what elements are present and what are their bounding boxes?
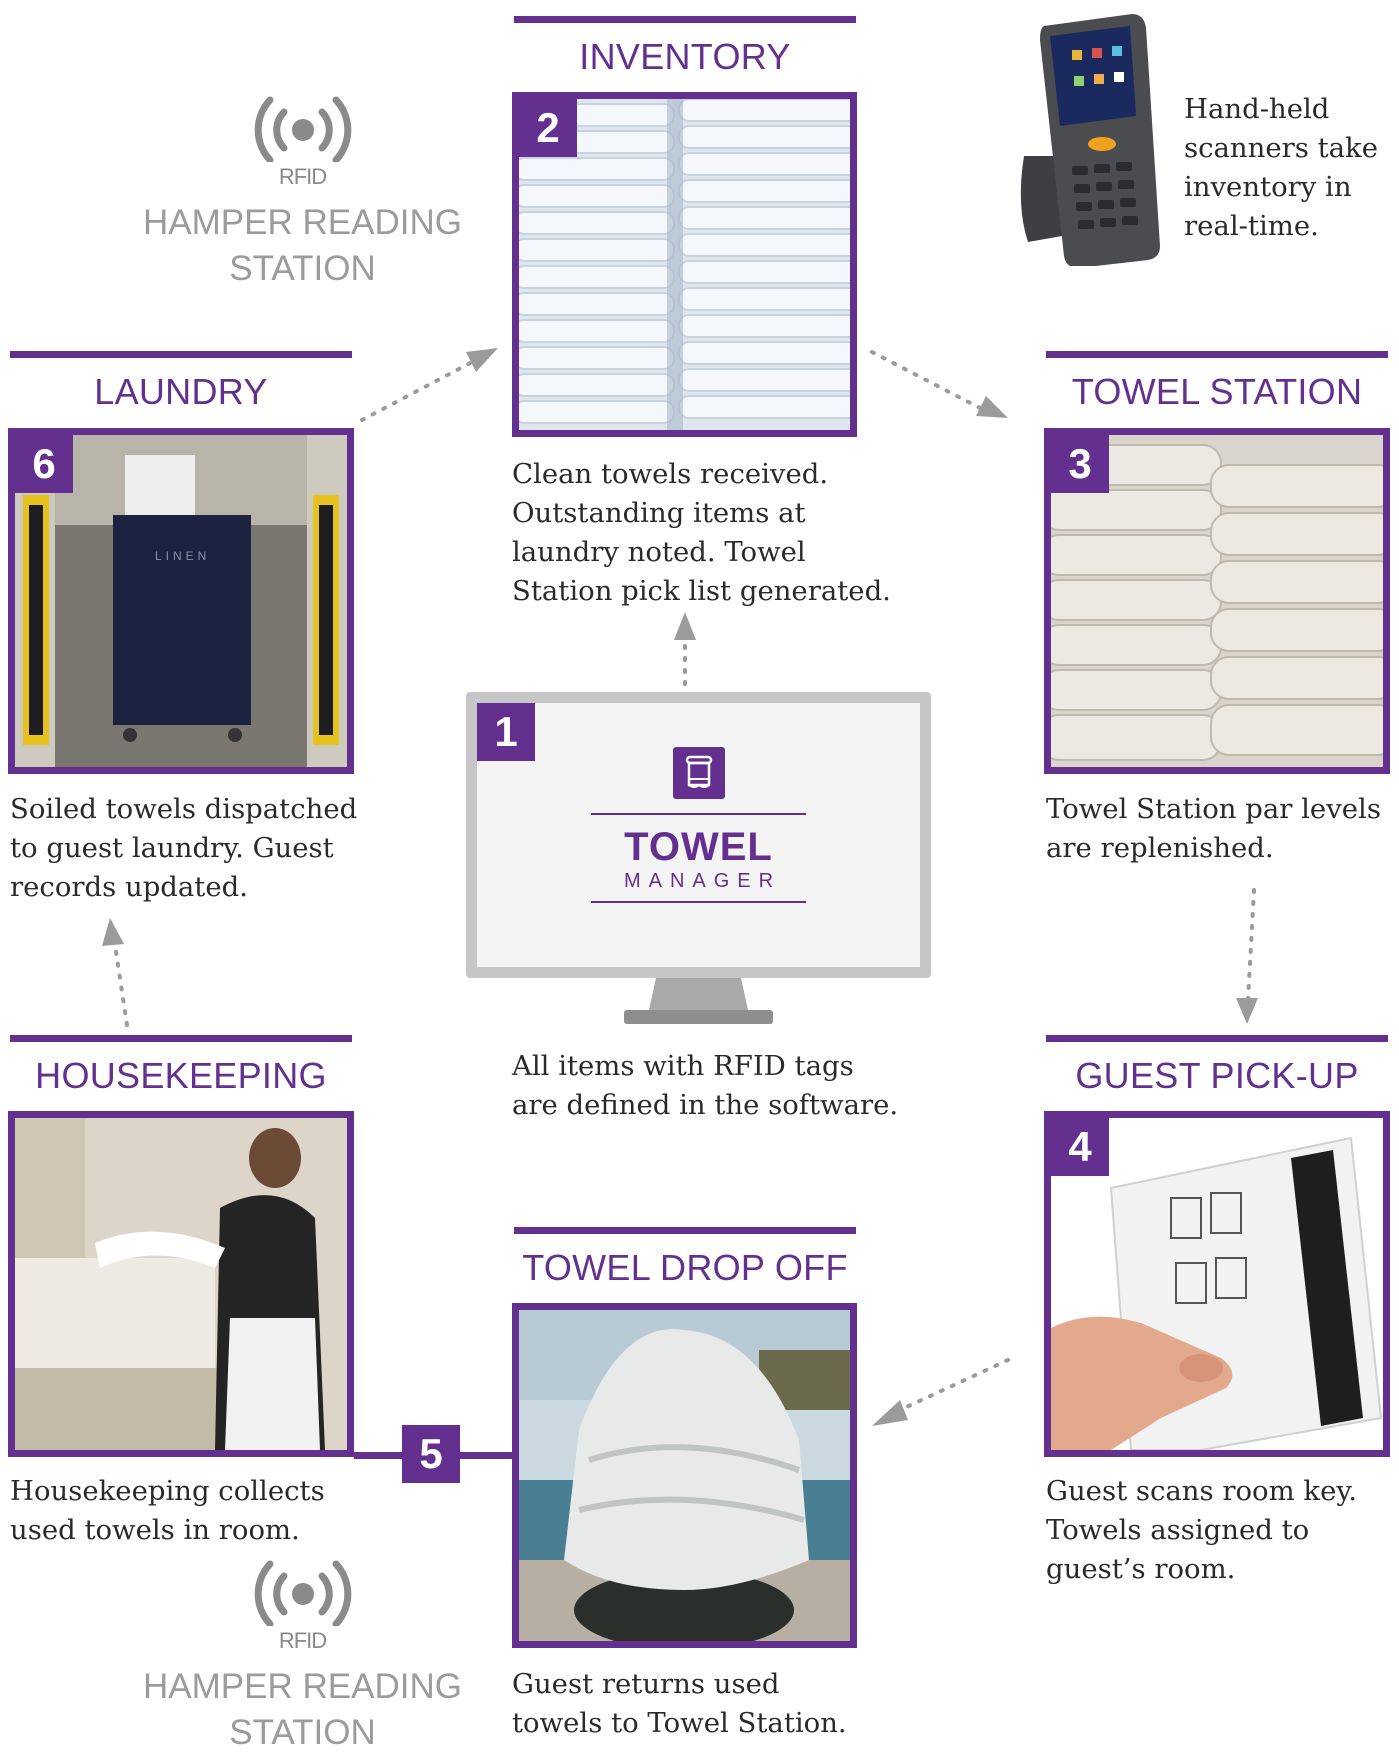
step-number-5: 5 [402,1425,460,1483]
laundry-caption: Soiled towels dispatched to guest laundr… [10,793,358,903]
towel-drop-off-photo [512,1303,857,1648]
housekeeper-image [15,1118,347,1450]
step-number-2: 2 [519,99,577,157]
towel-drop-off-title: TOWEL DROP OFF [522,1247,848,1288]
hamper-station-label-line1: HAMPER READING [143,1667,462,1706]
towel-drop-off-caption: Guest returns used towels to Towel Stati… [512,1668,847,1739]
logo-manager-text: MANAGER [623,870,782,892]
towel-drop-off-title-bar [514,1227,856,1234]
towel-station-caption: Towel Station par levels are replenished… [1046,793,1381,864]
towel-station-title-bar [1046,351,1388,358]
rfid-icon [248,1556,358,1626]
rfid-label: RFID [278,1628,327,1653]
rfid-hamper-station-top: RFID HAMPER READING STATION [130,92,475,292]
laundry-title: LAUNDRY [94,371,268,412]
arrow-laundry-to-inventory [360,358,478,422]
rfid-hamper-station-bottom: RFID HAMPER READING STATION [130,1556,475,1756]
hamper-station-label-line2: STATION [229,249,376,288]
arrow-inventory-to-towel-station [870,350,982,410]
housekeeping-photo [8,1111,354,1457]
step-number-1: 1 [477,703,535,761]
housekeeping-caption: Housekeeping collects used towels in roo… [10,1475,325,1546]
monitor-caption: All items with RFID tags are defined in … [512,1050,899,1121]
hamper-station-label-line2: STATION [229,1713,376,1752]
arrow-housekeeping-to-laundry [113,943,129,1027]
towel-icon [672,747,725,799]
towel-manager-logo: TOWEL MANAGER [591,747,806,903]
inventory-title: INVENTORY [579,36,791,77]
hamper-station-label-line1: HAMPER READING [143,203,462,242]
housekeeping-title-bar [10,1035,352,1042]
laundry-title-bar [10,351,352,358]
rfid-icon [248,92,358,162]
scanner-caption: Hand-held scanners take inventory in rea… [1184,93,1378,242]
guest-pickup-caption: Guest scans room key. Towels assigned to… [1046,1475,1357,1585]
monitor: 1 TOWEL MANAGER [466,692,931,1031]
step-number-6: 6 [15,435,73,493]
step-number-3: 3 [1051,435,1109,493]
logo-towel-text: TOWEL [624,825,773,869]
handheld-scanner-image [1014,6,1164,266]
guest-pickup-title: GUEST PICK-UP [1075,1055,1359,1096]
towel-bin-image [519,1310,850,1641]
arrow-pickup-to-dropoff [898,1358,1010,1412]
towel-station-title: TOWEL STATION [1071,371,1363,412]
inventory-caption: Clean towels received. Outstanding items… [512,458,891,607]
guest-pickup-title-bar [1046,1035,1388,1042]
step-number-4: 4 [1051,1118,1109,1176]
rfid-label: RFID [278,164,327,189]
inventory-title-bar [514,16,856,23]
arrow-towel-station-to-pickup [1246,888,1256,1002]
housekeeping-title: HOUSEKEEPING [35,1055,327,1096]
svg-text:LINEN: LINEN [155,549,210,563]
